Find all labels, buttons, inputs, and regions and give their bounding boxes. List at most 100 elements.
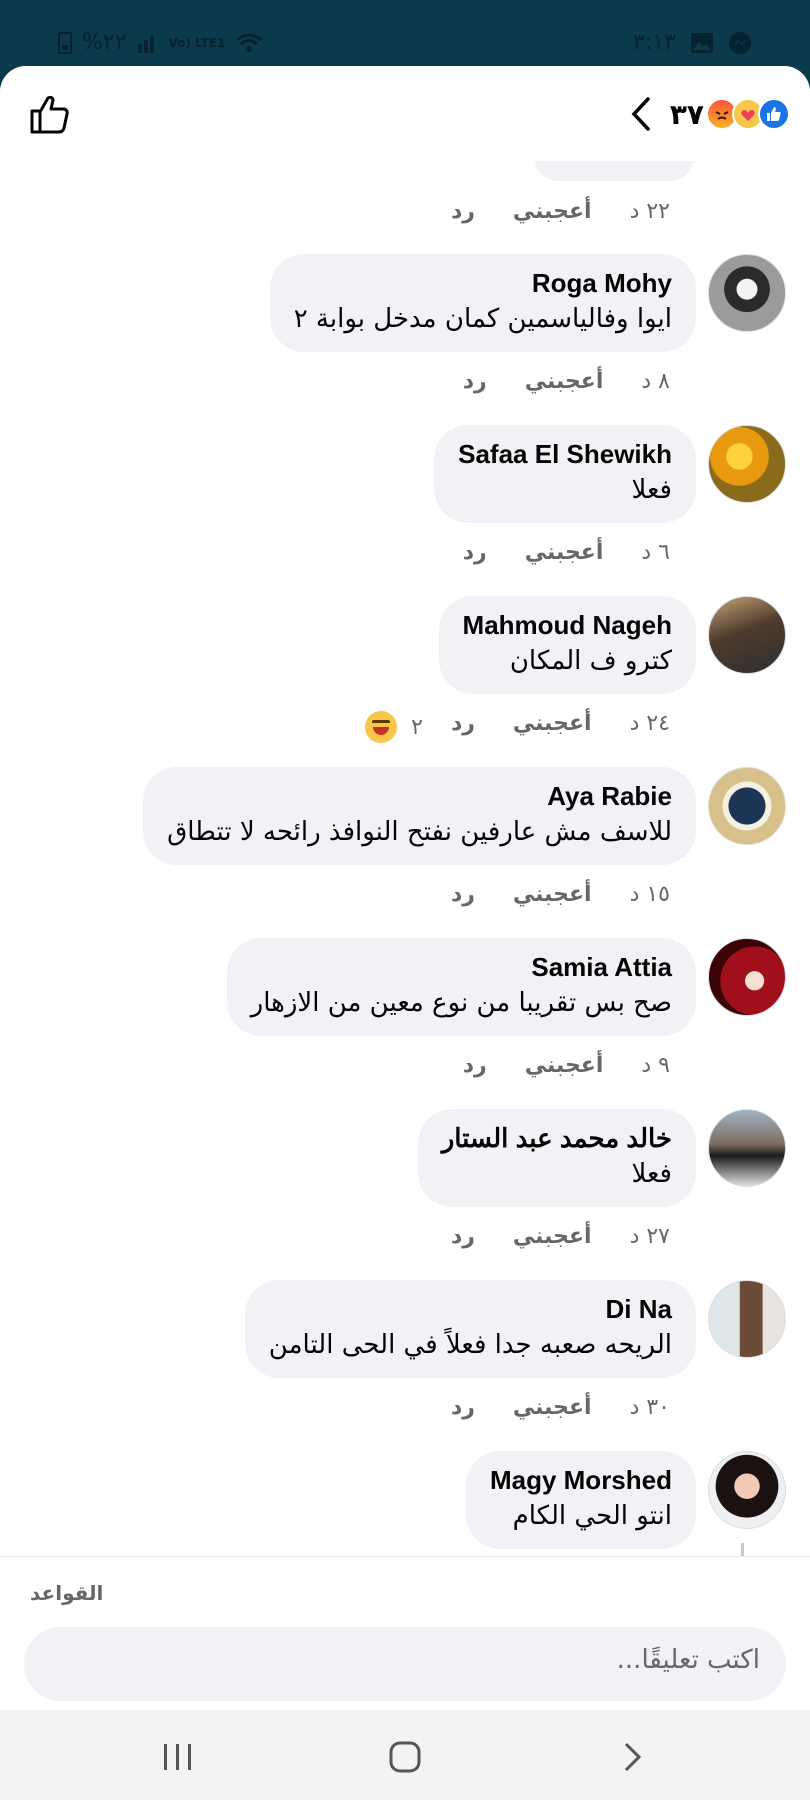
rules-link[interactable]: القواعد [30,1581,103,1605]
signal-icon [137,35,154,53]
comment-bubble[interactable]: Samia Attia صح بس تقريبا من نوع معين من … [226,938,696,1036]
commenter-name[interactable]: Aya Rabie [167,779,672,813]
network-label: Vo) LTE1 [168,35,226,50]
status-right: ٣:١٣ [633,30,752,55]
back-icon[interactable] [612,1740,652,1774]
clock: ٣:١٣ [633,30,676,55]
recent-apps-icon[interactable] [158,1740,198,1774]
avatar[interactable] [708,1280,786,1358]
gallery-icon [691,32,713,53]
comment-bubble[interactable]: Mahmoud Nageh كترو ف المكان [438,596,696,694]
comment-actions: ٨ د أعجبني رد [463,369,670,394]
comment: Samia Attia صح بس تقريبا من نوع معين من … [0,938,810,1038]
commenter-name[interactable]: Roga Mohy [294,266,672,300]
commenter-name[interactable]: Safaa El Shewikh [458,437,672,471]
reply-link[interactable]: رد [463,1053,487,1078]
reply-link[interactable]: رد [451,882,475,907]
comment: Aya Rabie للاسف مش عارفين نفتح النوافذ ر… [0,767,810,867]
like-link[interactable]: أعجبني [513,1224,592,1249]
comment-actions: ٢٤ د أعجبني رد ٢ [365,711,670,743]
comment-time: ٣٠ د [629,1395,670,1420]
comment-text: ايوا وفالياسمين كمان مدخل بوابة ٢ [293,304,672,334]
comment-actions: ٣٠ د أعجبني رد [451,1395,670,1420]
commenter-name[interactable]: Samia Attia [251,950,672,984]
comment-bubble[interactable]: Roga Mohy ايوا وفالياسمين كمان مدخل بواب… [269,254,696,352]
sheet-header: ٣٧ [0,66,810,161]
comment: Di Na الريحه صعبه جدا فعلاً في الحى التا… [0,1280,810,1380]
reply-link[interactable]: رد [451,1224,475,1249]
chevron-left-icon[interactable] [626,96,656,132]
comment-time: ٢٧ د [629,1224,670,1249]
comment-box[interactable] [24,1627,786,1701]
comment: Mahmoud Nageh كترو ف المكان [0,596,810,696]
comment-bubble[interactable]: Aya Rabie للاسف مش عارفين نفتح النوافذ ر… [143,767,696,865]
previous-comment-bubble [534,161,694,181]
system-nav-bar [0,1710,810,1800]
comment-text: فعلا [631,475,673,505]
reaction-summary[interactable]: ٢ [365,711,423,743]
reactions-summary[interactable]: ٣٧ [626,96,790,132]
messenger-icon [729,31,751,54]
thumbs-up-outline-icon[interactable] [28,92,72,136]
avatar[interactable] [708,1451,786,1529]
like-link[interactable]: أعجبني [525,369,604,394]
reply-link[interactable]: رد [451,1395,475,1420]
comment: Magy Morshed انتو الحي الكام [0,1451,810,1551]
avatar[interactable] [708,767,786,845]
comment-time: ٩ د [641,1053,670,1078]
commenter-name[interactable]: Magy Morshed [490,1463,672,1497]
reply-link[interactable]: رد [451,199,475,224]
comment-actions: ٩ د أعجبني رد [463,1053,670,1078]
comment-time: ٦ د [641,540,670,565]
scrollbar[interactable] [741,1543,744,1556]
battery-icon [58,31,72,54]
commenter-name[interactable]: خالد محمد عبد الستار [442,1121,672,1155]
like-link[interactable]: أعجبني [513,711,592,743]
status-left: %٢٢ Vo) LTE1 [58,30,263,55]
reply-link[interactable]: رد [463,369,487,394]
reaction-count: ٢ [411,714,423,740]
comment-actions: ٢٧ د أعجبني رد [451,1224,670,1249]
like-link[interactable]: أعجبني [513,1395,592,1420]
reply-link[interactable]: رد [451,711,475,743]
avatar[interactable] [708,1109,786,1187]
avatar[interactable] [708,596,786,674]
comment-actions: ٢٢ د أعجبني رد [451,199,670,224]
comment-list[interactable]: ٢٢ د أعجبني رد Roga Mohy ايوا وفالياسمين… [0,161,810,1556]
comment-time: ٨ د [641,369,670,394]
comment-bubble[interactable]: خالد محمد عبد الستار فعلا [417,1109,696,1207]
reply-link[interactable]: رد [463,540,487,565]
reaction-count: ٣٧ [669,97,704,131]
like-link[interactable]: أعجبني [525,1053,604,1078]
avatar[interactable] [708,425,786,503]
like-link[interactable]: أعجبني [525,540,604,565]
like-link[interactable]: أعجبني [513,882,592,907]
comment-time: ٢٢ د [629,199,670,224]
comment-bubble[interactable]: Safaa El Shewikh فعلا [434,425,696,523]
comment-time: ٢٤ د [629,711,670,736]
like-icon [758,98,790,130]
comment-text: صح بس تقريبا من نوع معين من الازهار [250,988,672,1018]
haha-icon [365,711,398,743]
commenter-name[interactable]: Mahmoud Nageh [463,608,672,642]
comment-text: انتو الحي الكام [512,1501,672,1531]
comment-text: فعلا [631,1159,673,1189]
comment-actions: ١٥ د أعجبني رد [451,882,670,907]
wifi-icon [236,33,263,52]
commenter-name[interactable]: Di Na [269,1292,672,1326]
comments-sheet: ٣٧ ٢٢ د أعجبني رد Roga Mohy ايوا وفالياس… [0,66,810,1800]
avatar[interactable] [708,254,786,332]
comment-input[interactable] [60,1645,760,1675]
comment-text: للاسف مش عارفين نفتح النوافذ رائحه لا تت… [167,817,672,847]
home-icon[interactable] [385,1740,425,1774]
battery-level: %٢٢ [82,30,127,55]
comment-bubble[interactable]: Magy Morshed انتو الحي الكام [465,1451,696,1549]
comment: خالد محمد عبد الستار فعلا [0,1109,810,1209]
comment-text: الريحه صعبه جدا فعلاً في الحى التامن [268,1330,672,1360]
avatar[interactable] [708,938,786,1016]
comment-composer: القواعد [0,1556,810,1710]
comment-bubble[interactable]: Di Na الريحه صعبه جدا فعلاً في الحى التا… [244,1280,696,1378]
comment-actions: ٦ د أعجبني رد [463,540,670,565]
like-link[interactable]: أعجبني [513,199,592,224]
comment: Safaa El Shewikh فعلا [0,425,810,525]
